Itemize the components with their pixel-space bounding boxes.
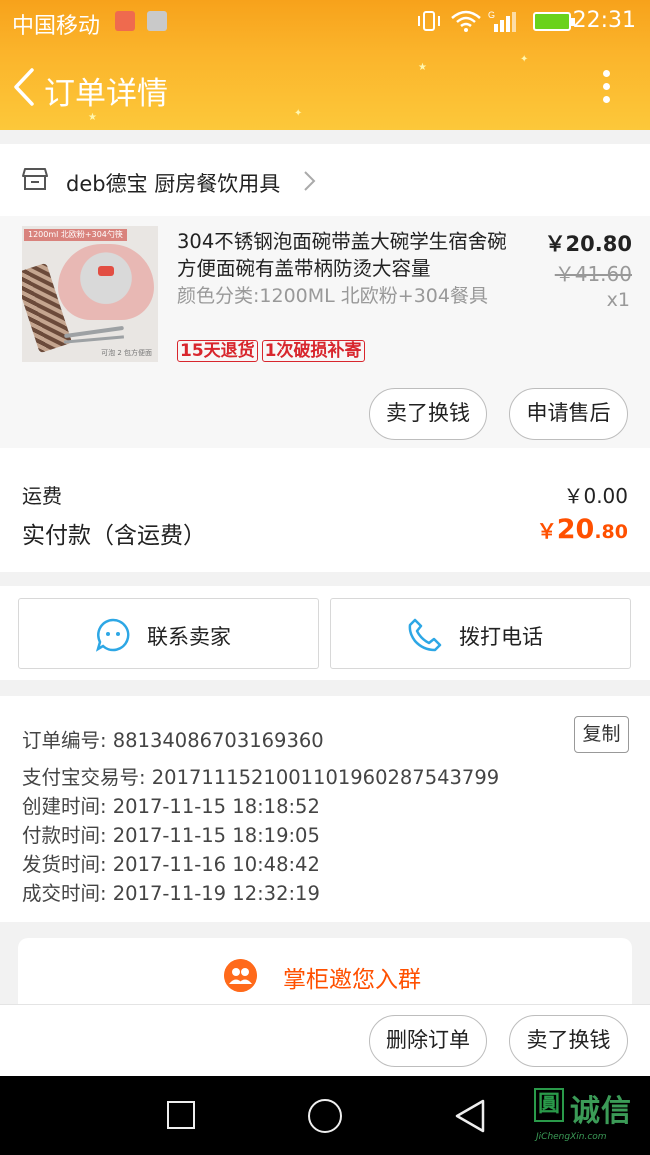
- shop-name: deb德宝 厨房餐饮用具: [66, 172, 281, 196]
- home-icon[interactable]: [308, 1099, 342, 1133]
- nav-bar: 订单详情: [0, 44, 650, 130]
- battery-icon: [533, 12, 575, 31]
- alipay-trade-number: 支付宝交易号: 2017111521001101960287543799: [22, 766, 500, 789]
- phone-icon: [408, 618, 442, 652]
- shipping-label: 运费: [22, 484, 62, 508]
- chat-bubble-icon: [95, 618, 130, 652]
- recents-icon[interactable]: [167, 1101, 195, 1129]
- wifi-icon: [451, 10, 481, 32]
- product-quantity: x1: [606, 289, 630, 311]
- group-icon: [224, 959, 257, 992]
- total-value: ￥20.80: [536, 514, 628, 545]
- order-number: 订单编号: 88134086703169360: [22, 729, 324, 752]
- signal-icon: G: [488, 10, 516, 32]
- contact-seller-label: 联系卖家: [147, 625, 231, 649]
- group-invite-card[interactable]: 掌柜邀您入群: [18, 938, 632, 1008]
- mail-notification-icon: [115, 11, 135, 31]
- fee-summary: 运费 ￥0.00 实付款（含运费） ￥20.80: [0, 448, 650, 572]
- badge-return: 15天退货: [177, 340, 258, 362]
- top-bar: ★ ★ ✦ ✦ 中国移动 G 22:31 订单详情: [0, 0, 650, 130]
- contact-seller-button[interactable]: 联系卖家: [18, 598, 319, 669]
- order-info: 订单编号: 88134086703169360 复制 支付宝交易号: 20171…: [0, 696, 650, 922]
- image-notification-icon: [147, 11, 167, 31]
- product-spec: 颜色分类:1200ML 北欧粉+304餐具: [177, 285, 488, 307]
- call-phone-label: 拨打电话: [459, 625, 543, 649]
- product-title[interactable]: 304不锈钢泡面碗带盖大碗学生宿舍碗方便面碗有盖带柄防烫大容量: [177, 228, 507, 282]
- product-image[interactable]: 1200ml 北欧粉+304勺筷 可泡 2 包方便面: [22, 226, 158, 362]
- resell-button-bottom[interactable]: 卖了换钱: [509, 1015, 628, 1067]
- more-vertical-icon[interactable]: [596, 70, 616, 106]
- system-nav-bar: 圓 诚信 JiChengXin.com: [0, 1076, 650, 1155]
- copy-button[interactable]: 复制: [574, 716, 629, 753]
- shipped-time: 发货时间: 2017-11-16 10:48:42: [22, 853, 320, 876]
- badge-reship: 1次破损补寄: [261, 340, 365, 362]
- watermark-logo: 圓 诚信 JiChengXin.com: [532, 1084, 648, 1148]
- page-title: 订单详情: [44, 76, 168, 112]
- svg-text:G: G: [488, 10, 495, 20]
- total-label: 实付款（含运费）: [22, 523, 206, 549]
- chevron-right-icon: [304, 171, 316, 191]
- delete-order-button[interactable]: 删除订单: [369, 1015, 487, 1067]
- clock: 22:31: [572, 8, 636, 33]
- status-bar: 中国移动 G 22:31: [0, 0, 650, 44]
- product-card[interactable]: 1200ml 北欧粉+304勺筷 可泡 2 包方便面 304不锈钢泡面碗带盖大碗…: [0, 216, 650, 448]
- bottom-action-bar: 删除订单 卖了换钱: [0, 1004, 650, 1076]
- contact-actions: 联系卖家 拨打电话: [0, 586, 650, 680]
- product-image-caption: 可泡 2 包方便面: [101, 349, 152, 357]
- vibrate-icon: [418, 11, 440, 31]
- resell-button[interactable]: 卖了换钱: [369, 388, 487, 440]
- service-badges: 15天退货 1次破损补寄: [177, 340, 369, 362]
- paid-time: 付款时间: 2017-11-15 18:19:05: [22, 824, 320, 847]
- after-sale-button[interactable]: 申请售后: [509, 388, 628, 440]
- product-price: ￥20.80: [544, 232, 632, 256]
- shipping-value: ￥0.00: [563, 484, 628, 508]
- chevron-left-icon[interactable]: [10, 66, 38, 108]
- completed-time: 成交时间: 2017-11-19 12:32:19: [22, 882, 320, 905]
- back-icon[interactable]: [453, 1098, 487, 1134]
- product-image-tag: 1200ml 北欧粉+304勺筷: [24, 229, 127, 241]
- created-time: 创建时间: 2017-11-15 18:18:52: [22, 795, 320, 818]
- shop-row[interactable]: deb德宝 厨房餐饮用具: [0, 144, 650, 216]
- group-invite-label: 掌柜邀您入群: [283, 967, 421, 993]
- product-original-price: ￥41.60: [554, 262, 632, 286]
- carrier-name: 中国移动: [12, 14, 101, 39]
- store-icon: [22, 168, 48, 190]
- call-phone-button[interactable]: 拨打电话: [330, 598, 631, 669]
